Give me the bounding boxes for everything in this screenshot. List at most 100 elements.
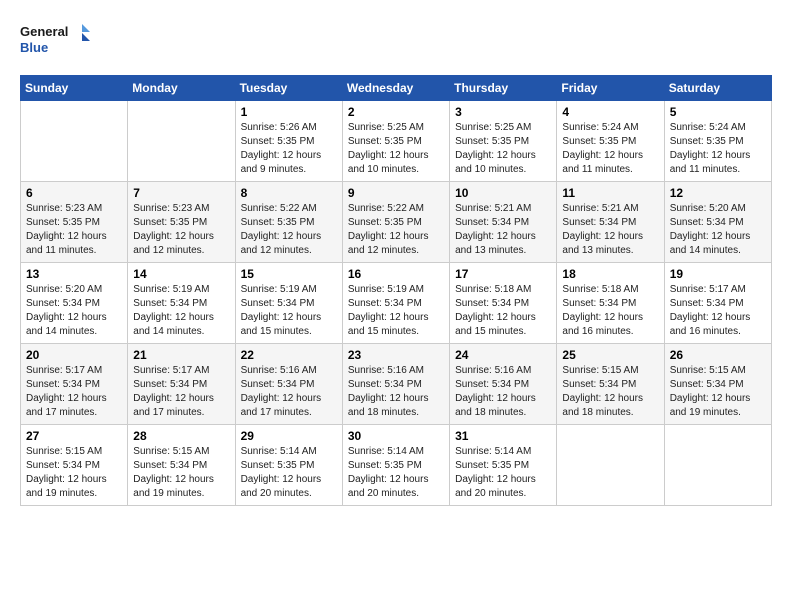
calendar-cell: 11 Sunrise: 5:21 AMSunset: 5:34 PMDayligh…: [557, 182, 664, 263]
day-info: Sunrise: 5:16 AMSunset: 5:34 PMDaylight:…: [455, 364, 551, 420]
calendar-cell: 30 Sunrise: 5:14 AMSunset: 5:35 PMDayligh…: [342, 425, 449, 506]
calendar-cell: 7 Sunrise: 5:23 AMSunset: 5:35 PMDaylight…: [128, 182, 235, 263]
calendar-cell: 24 Sunrise: 5:16 AMSunset: 5:34 PMDayligh…: [450, 344, 557, 425]
day-info: Sunrise: 5:26 AMSunset: 5:35 PMDaylight:…: [241, 121, 337, 177]
calendar-cell: 14Sunrise: 5:19 AMSunset: 5:34 PMDayligh…: [128, 263, 235, 344]
calendar-cell: 8 Sunrise: 5:22 AMSunset: 5:35 PMDaylight…: [235, 182, 342, 263]
day-info: Sunrise: 5:20 AMSunset: 5:34 PMDaylight:…: [670, 202, 766, 258]
day-info: Sunrise: 5:18 AMSunset: 5:34 PMDaylight:…: [455, 283, 551, 339]
day-info: Sunrise: 5:17 AMSunset: 5:34 PMDaylight:…: [670, 283, 766, 339]
day-number: 14: [133, 267, 229, 281]
calendar-cell: 25 Sunrise: 5:15 AMSunset: 5:34 PMDayligh…: [557, 344, 664, 425]
day-number: 3: [455, 105, 551, 119]
calendar-cell: 28 Sunrise: 5:15 AMSunset: 5:34 PMDayligh…: [128, 425, 235, 506]
day-number: 20: [26, 348, 122, 362]
calendar-week-row: 27Sunrise: 5:15 AMSunset: 5:34 PMDayligh…: [21, 425, 772, 506]
weekday-header-row: SundayMondayTuesdayWednesdayThursdayFrid…: [21, 76, 772, 101]
day-number: 23: [348, 348, 444, 362]
calendar-week-row: 13 Sunrise: 5:20 AMSunset: 5:34 PMDayligh…: [21, 263, 772, 344]
calendar-cell: 29 Sunrise: 5:14 AMSunset: 5:35 PMDayligh…: [235, 425, 342, 506]
day-number: 19: [670, 267, 766, 281]
day-info: Sunrise: 5:25 AMSunset: 5:35 PMDaylight:…: [455, 121, 551, 177]
weekday-header: Friday: [557, 76, 664, 101]
calendar-cell: 13 Sunrise: 5:20 AMSunset: 5:34 PMDayligh…: [21, 263, 128, 344]
calendar-cell: 4Sunrise: 5:24 AMSunset: 5:35 PMDaylight…: [557, 101, 664, 182]
calendar-cell: [557, 425, 664, 506]
day-number: 10: [455, 186, 551, 200]
day-number: 29: [241, 429, 337, 443]
calendar-cell: 23 Sunrise: 5:16 AMSunset: 5:34 PMDayligh…: [342, 344, 449, 425]
calendar-table: SundayMondayTuesdayWednesdayThursdayFrid…: [20, 75, 772, 506]
day-info: Sunrise: 5:15 AMSunset: 5:34 PMDaylight:…: [562, 364, 658, 420]
day-info: Sunrise: 5:23 AMSunset: 5:35 PMDaylight:…: [26, 202, 122, 258]
day-info: Sunrise: 5:15 AMSunset: 5:34 PMDaylight:…: [670, 364, 766, 420]
weekday-header: Wednesday: [342, 76, 449, 101]
day-info: Sunrise: 5:20 AMSunset: 5:34 PMDaylight:…: [26, 283, 122, 339]
calendar-cell: 18 Sunrise: 5:18 AMSunset: 5:34 PMDayligh…: [557, 263, 664, 344]
day-number: 17: [455, 267, 551, 281]
day-number: 2: [348, 105, 444, 119]
calendar-week-row: 1Sunrise: 5:26 AMSunset: 5:35 PMDaylight…: [21, 101, 772, 182]
day-info: Sunrise: 5:18 AMSunset: 5:34 PMDaylight:…: [562, 283, 658, 339]
page-header: General Blue: [20, 20, 772, 65]
day-number: 7: [133, 186, 229, 200]
day-info: Sunrise: 5:16 AMSunset: 5:34 PMDaylight:…: [348, 364, 444, 420]
logo: General Blue: [20, 20, 100, 65]
calendar-cell: 15 Sunrise: 5:19 AMSunset: 5:34 PMDayligh…: [235, 263, 342, 344]
day-info: Sunrise: 5:15 AMSunset: 5:34 PMDaylight:…: [133, 445, 229, 501]
svg-text:General: General: [20, 24, 68, 39]
calendar-week-row: 20 Sunrise: 5:17 AMSunset: 5:34 PMDayligh…: [21, 344, 772, 425]
day-info: Sunrise: 5:25 AMSunset: 5:35 PMDaylight:…: [348, 121, 444, 177]
calendar-cell: 12 Sunrise: 5:20 AMSunset: 5:34 PMDayligh…: [664, 182, 771, 263]
day-info: Sunrise: 5:21 AMSunset: 5:34 PMDaylight:…: [455, 202, 551, 258]
calendar-cell: 2 Sunrise: 5:25 AMSunset: 5:35 PMDaylight…: [342, 101, 449, 182]
calendar-cell: 6Sunrise: 5:23 AMSunset: 5:35 PMDaylight…: [21, 182, 128, 263]
day-info: Sunrise: 5:22 AMSunset: 5:35 PMDaylight:…: [348, 202, 444, 258]
calendar-cell: 26 Sunrise: 5:15 AMSunset: 5:34 PMDayligh…: [664, 344, 771, 425]
day-info: Sunrise: 5:21 AMSunset: 5:34 PMDaylight:…: [562, 202, 658, 258]
calendar-cell: 17 Sunrise: 5:18 AMSunset: 5:34 PMDayligh…: [450, 263, 557, 344]
day-number: 25: [562, 348, 658, 362]
day-info: Sunrise: 5:14 AMSunset: 5:35 PMDaylight:…: [348, 445, 444, 501]
day-number: 12: [670, 186, 766, 200]
day-info: Sunrise: 5:17 AMSunset: 5:34 PMDaylight:…: [26, 364, 122, 420]
calendar-cell: 22 Sunrise: 5:16 AMSunset: 5:34 PMDayligh…: [235, 344, 342, 425]
day-info: Sunrise: 5:19 AMSunset: 5:34 PMDaylight:…: [241, 283, 337, 339]
svg-text:Blue: Blue: [20, 40, 48, 55]
calendar-cell: 3 Sunrise: 5:25 AMSunset: 5:35 PMDaylight…: [450, 101, 557, 182]
calendar-cell: 10 Sunrise: 5:21 AMSunset: 5:34 PMDayligh…: [450, 182, 557, 263]
day-info: Sunrise: 5:24 AMSunset: 5:35 PMDaylight:…: [670, 121, 766, 177]
weekday-header: Tuesday: [235, 76, 342, 101]
day-number: 24: [455, 348, 551, 362]
day-info: Sunrise: 5:14 AMSunset: 5:35 PMDaylight:…: [455, 445, 551, 501]
day-number: 18: [562, 267, 658, 281]
calendar-week-row: 6Sunrise: 5:23 AMSunset: 5:35 PMDaylight…: [21, 182, 772, 263]
day-number: 11: [562, 186, 658, 200]
calendar-cell: 9Sunrise: 5:22 AMSunset: 5:35 PMDaylight…: [342, 182, 449, 263]
day-number: 28: [133, 429, 229, 443]
calendar-cell: [128, 101, 235, 182]
calendar-cell: 20 Sunrise: 5:17 AMSunset: 5:34 PMDayligh…: [21, 344, 128, 425]
day-info: Sunrise: 5:14 AMSunset: 5:35 PMDaylight:…: [241, 445, 337, 501]
calendar-cell: 19 Sunrise: 5:17 AMSunset: 5:34 PMDayligh…: [664, 263, 771, 344]
day-number: 13: [26, 267, 122, 281]
weekday-header: Saturday: [664, 76, 771, 101]
day-info: Sunrise: 5:23 AMSunset: 5:35 PMDaylight:…: [133, 202, 229, 258]
day-number: 5: [670, 105, 766, 119]
day-number: 15: [241, 267, 337, 281]
calendar-cell: 31 Sunrise: 5:14 AMSunset: 5:35 PMDayligh…: [450, 425, 557, 506]
day-info: Sunrise: 5:15 AMSunset: 5:34 PMDaylight:…: [26, 445, 122, 501]
day-number: 22: [241, 348, 337, 362]
day-number: 26: [670, 348, 766, 362]
calendar-cell: 1Sunrise: 5:26 AMSunset: 5:35 PMDaylight…: [235, 101, 342, 182]
calendar-cell: 27Sunrise: 5:15 AMSunset: 5:34 PMDayligh…: [21, 425, 128, 506]
day-number: 30: [348, 429, 444, 443]
day-number: 8: [241, 186, 337, 200]
calendar-cell: 16Sunrise: 5:19 AMSunset: 5:34 PMDayligh…: [342, 263, 449, 344]
calendar-cell: [664, 425, 771, 506]
day-info: Sunrise: 5:22 AMSunset: 5:35 PMDaylight:…: [241, 202, 337, 258]
day-number: 31: [455, 429, 551, 443]
logo-svg: General Blue: [20, 20, 100, 65]
day-number: 16: [348, 267, 444, 281]
day-info: Sunrise: 5:16 AMSunset: 5:34 PMDaylight:…: [241, 364, 337, 420]
